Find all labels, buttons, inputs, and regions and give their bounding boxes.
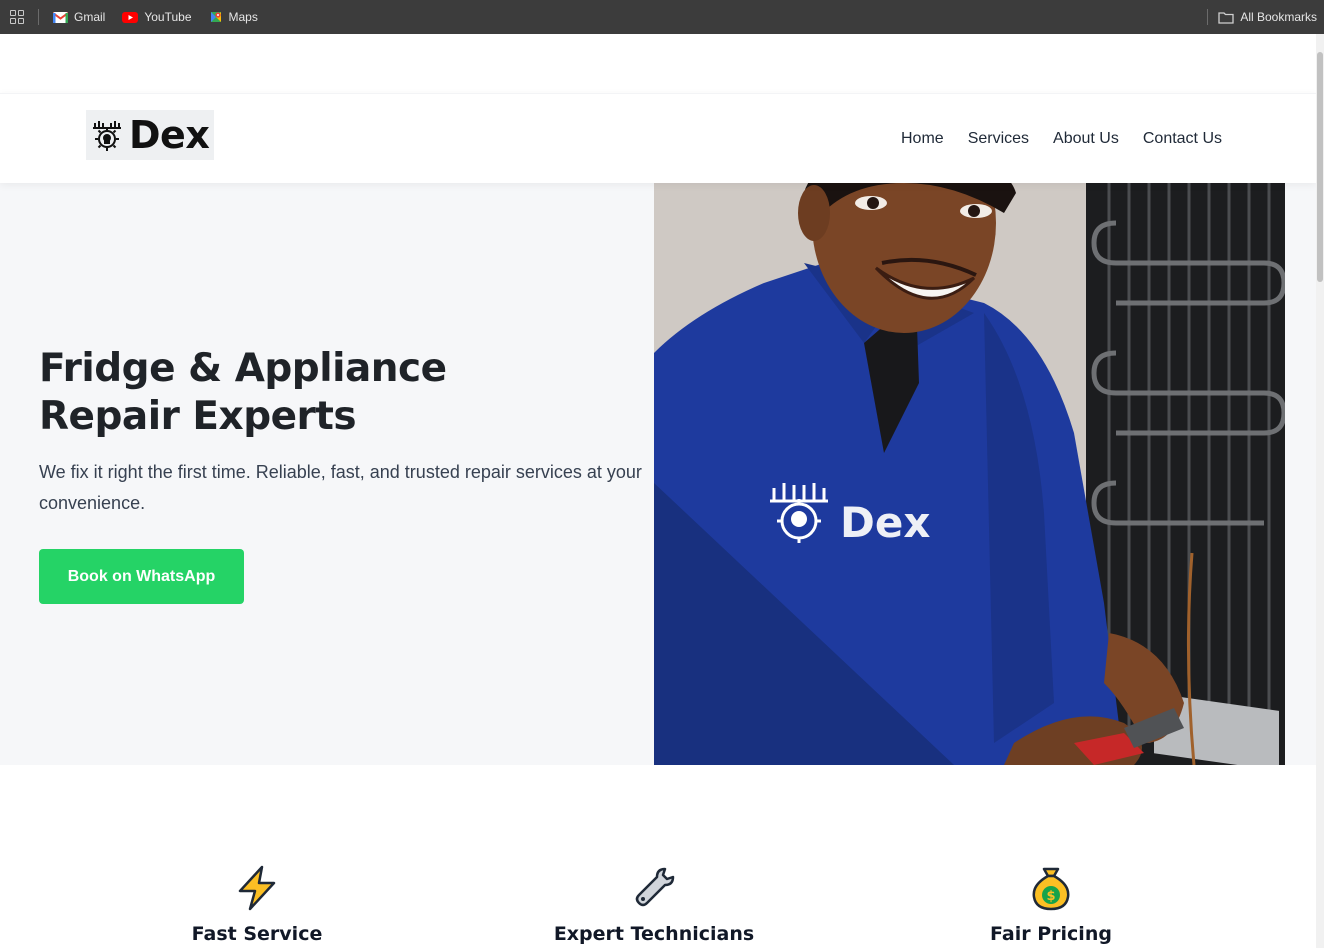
maps-icon [210, 12, 221, 22]
nav-about-us[interactable]: About Us [1053, 130, 1119, 148]
hero-subtitle: We fix it right the first time. Reliable… [39, 462, 642, 513]
wrench-icon [635, 867, 675, 907]
bookmark-label: Maps [228, 10, 258, 24]
feature-fair-pricing: $ Fair Pricing [931, 865, 1171, 945]
page-scrollbar[interactable] [1316, 34, 1324, 948]
nav-services[interactable]: Services [968, 130, 1029, 148]
feature-expert-technicians: Expert Technicians [534, 865, 774, 945]
gear-logo-icon [93, 121, 121, 151]
bookmarks-divider [1207, 9, 1209, 25]
money-bag-icon: $ [1032, 867, 1070, 911]
lightning-icon [238, 865, 276, 911]
features-section: Fast Service Expert Technicians $ Fair P… [0, 765, 1316, 948]
logo-text: Dex [129, 113, 210, 157]
main-nav: Home Services About Us Contact Us [877, 130, 1222, 148]
site-header: Dex Home Services About Us Contact Us [0, 93, 1316, 183]
all-bookmarks-label: All Bookmarks [1240, 10, 1317, 24]
feature-title: Fair Pricing [990, 923, 1112, 945]
bookmarks-bar: Gmail YouTube Maps All Bookmarks [0, 0, 1324, 34]
technician-photo: Dex [654, 183, 1285, 765]
feature-title: Fast Service [191, 923, 323, 945]
apps-grid-icon[interactable] [10, 10, 24, 24]
hero-section: Fridge & Appliance Repair Experts We fix… [0, 183, 1316, 765]
gmail-icon [53, 11, 68, 23]
nav-home[interactable]: Home [901, 130, 944, 148]
youtube-icon [122, 11, 139, 23]
all-bookmarks-button[interactable]: All Bookmarks [1218, 10, 1317, 24]
feature-fast-service: Fast Service [137, 865, 377, 945]
bookmark-label: Gmail [74, 10, 106, 24]
hero-title: Fridge & Appliance Repair Experts [39, 346, 447, 439]
bookmarks-divider [38, 9, 39, 25]
nav-contact-us[interactable]: Contact Us [1143, 130, 1222, 148]
scrollbar-thumb[interactable] [1317, 52, 1323, 282]
svg-text:$: $ [1046, 889, 1055, 904]
folder-icon [1218, 11, 1234, 24]
logo[interactable]: Dex [86, 110, 214, 160]
feature-title: Expert Technicians [553, 923, 755, 945]
bookmark-maps[interactable]: Maps [209, 10, 258, 24]
bookmark-label: YouTube [144, 10, 192, 24]
page-viewport: Dex Home Services About Us Contact Us Fr… [0, 34, 1316, 948]
shirt-logo-text: Dex [840, 498, 930, 547]
book-on-whatsapp-button[interactable]: Book on WhatsApp [39, 549, 244, 604]
bookmark-youtube[interactable]: YouTube [122, 10, 192, 24]
bookmark-gmail[interactable]: Gmail [53, 10, 105, 24]
